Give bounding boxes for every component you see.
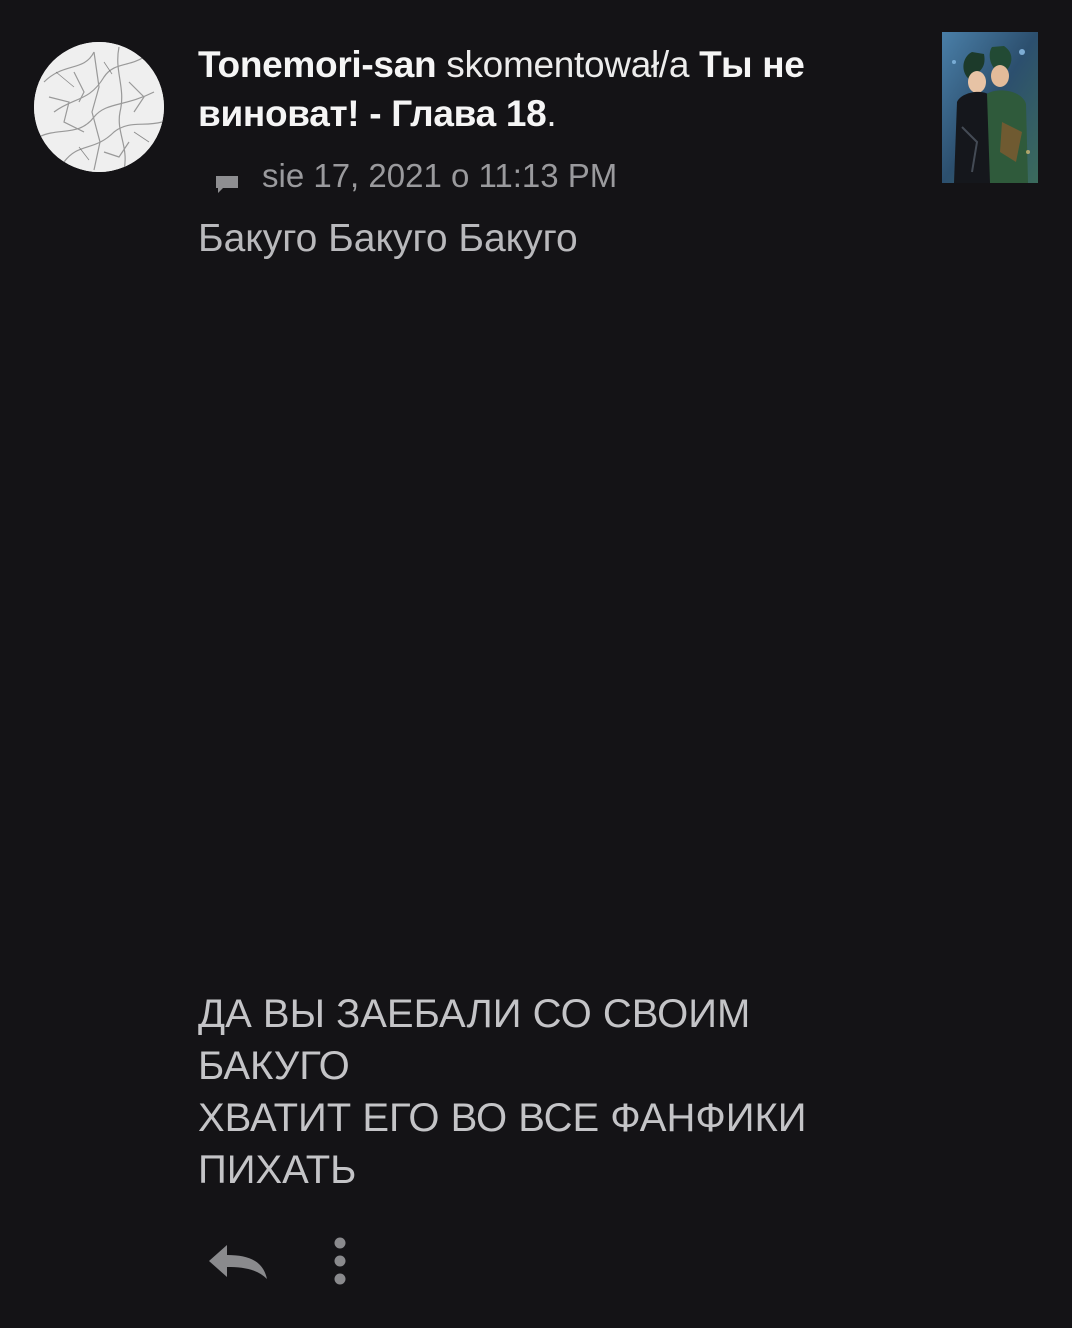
comment-line: ДА ВЫ ЗАЕБАЛИ СО СВОИМ xyxy=(198,992,751,1036)
comment-text-block: ДА ВЫ ЗАЕБАЛИ СО СВОИМ БАКУГО ХВАТИТ ЕГО… xyxy=(198,988,898,1196)
notification-headline: Tonemori-san skomentował/a Ты не виноват… xyxy=(198,40,898,138)
story-cover-thumbnail[interactable] xyxy=(942,32,1038,183)
reply-arrow-icon xyxy=(209,1245,267,1279)
comment-actions xyxy=(200,1232,360,1290)
user-avatar[interactable] xyxy=(34,42,164,172)
reply-button[interactable] xyxy=(200,1234,274,1288)
username-link[interactable]: Tonemori-san xyxy=(198,44,437,85)
more-options-button[interactable] xyxy=(320,1232,360,1290)
title-suffix: . xyxy=(546,93,557,134)
comment-line: БАКУГО xyxy=(198,1044,350,1088)
comment-line: ПИХАТЬ xyxy=(198,1148,357,1192)
chat-bubble-icon xyxy=(214,165,240,193)
comment-line: ХВАТИТ ЕГО ВО ВСЕ ФАНФИКИ xyxy=(198,1096,807,1140)
story-cover-image xyxy=(942,32,1038,183)
comment-timestamp: sie 17, 2021 o 11:13 PM xyxy=(262,157,618,194)
comment-text-first: Бакуго Бакуго Бакуго xyxy=(198,217,578,260)
comment-meta: sie 17, 2021 o 11:13 PM xyxy=(214,152,617,200)
avatar-sketch-image xyxy=(34,42,164,172)
action-text: skomentował/a xyxy=(446,44,690,85)
notification-screen: Tonemori-san skomentował/a Ты не виноват… xyxy=(0,0,1072,1328)
more-vertical-icon xyxy=(334,1237,346,1285)
